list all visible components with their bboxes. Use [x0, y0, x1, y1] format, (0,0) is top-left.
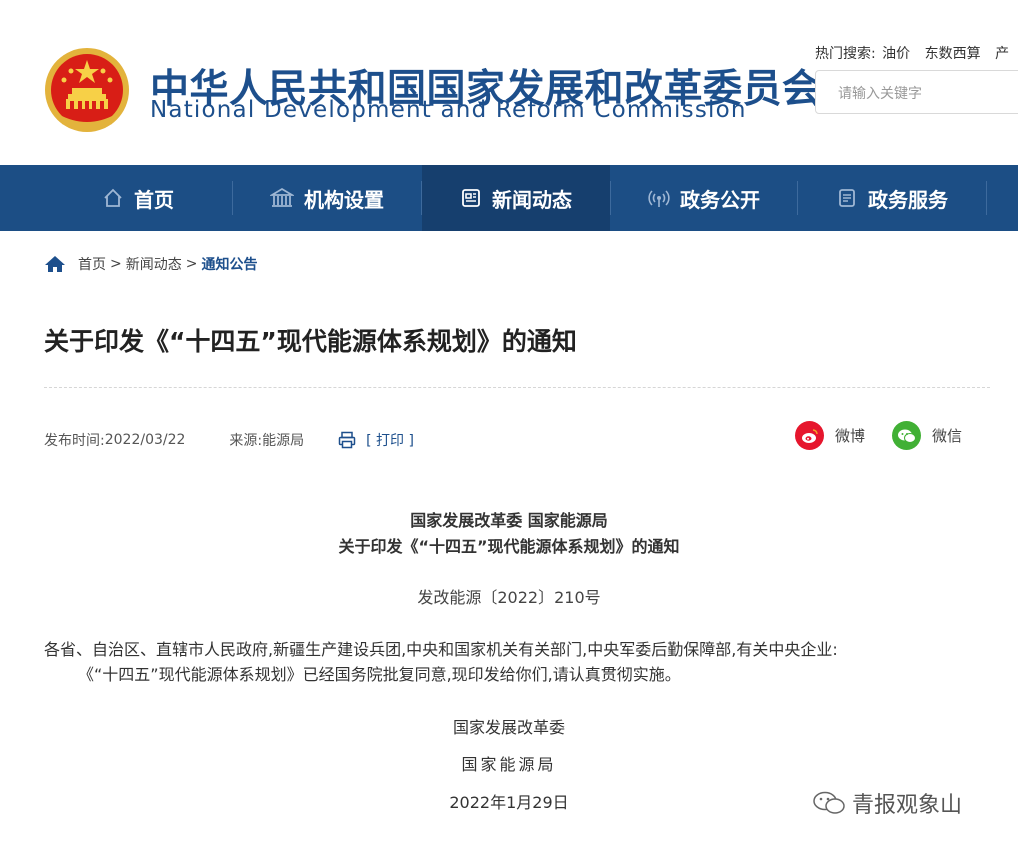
source-label: 来源:	[229, 433, 263, 449]
hot-search-link[interactable]: 东数西算	[925, 46, 981, 62]
watermark-text: 青报观象山	[852, 793, 963, 818]
hot-search-link[interactable]: 油价	[882, 46, 910, 62]
nav-label: 政务公开	[680, 187, 760, 212]
search-placeholder: 请输入关键字	[838, 86, 922, 102]
weibo-icon	[795, 421, 824, 450]
share-wechat-label: 微信	[932, 427, 963, 445]
nav-item-public-affairs[interactable]: 政务公开	[611, 165, 797, 231]
breadcrumb: 首页 > 新闻动态 > 通知公告	[44, 254, 257, 274]
nav-label: 政务服务	[868, 187, 948, 212]
print-label: [ 打印 ]	[366, 433, 414, 449]
nav-item-home[interactable]: 首页	[44, 165, 232, 231]
publish-label: 发布时间:	[44, 433, 105, 449]
breadcrumb-home[interactable]: 首页	[78, 254, 106, 274]
site-name-en[interactable]: National Development and Reform Commissi…	[150, 97, 747, 123]
nav-item-services[interactable]: 政务服务	[798, 165, 986, 231]
breadcrumb-current[interactable]: 通知公告	[201, 254, 257, 274]
nav-item-organization[interactable]: 机构设置	[233, 165, 421, 231]
nav-divider	[986, 181, 987, 215]
body-paragraph: 《“十四五”现代能源体系规划》已经国务院批复同意,现印发给你们,请认真贯彻实施。	[78, 665, 681, 684]
article-meta: 发布时间: 2022/03/22 来源: 能源局 [ 打印 ]	[44, 430, 414, 450]
printer-icon	[338, 431, 356, 449]
breadcrumb-separator: >	[185, 256, 198, 272]
recipients-text: 各省、自治区、直辖市人民政府,新疆生产建设兵团,中央和国家机关有关部门,中央军委…	[44, 640, 838, 659]
broadcast-icon	[648, 190, 670, 207]
signature-nea: 国家能源局	[461, 755, 557, 774]
nav-label: 机构设置	[304, 187, 384, 212]
share-weibo-button[interactable]: 微博	[795, 421, 865, 450]
signature-ndrc: 国家发展改革委	[452, 718, 565, 737]
wechat-outline-icon	[813, 791, 845, 814]
document-issuer: 国家发展改革委 国家能源局	[410, 511, 608, 530]
notice-title: 关于印发《“十四五”现代能源体系规划》的通知	[338, 537, 680, 556]
nav-label: 首页	[134, 187, 174, 212]
print-button[interactable]: [ 打印 ]	[338, 430, 414, 450]
share-weibo-label: 微博	[835, 427, 866, 445]
home-icon	[104, 188, 122, 207]
page-title: 关于印发《“十四五”现代能源体系规划》的通知	[44, 327, 577, 356]
nav-label: 新闻动态	[492, 187, 572, 212]
wechat-icon	[892, 421, 921, 450]
nav-item-news[interactable]: 新闻动态	[422, 165, 610, 231]
national-emblem-logo[interactable]	[44, 44, 130, 136]
share-wechat-button[interactable]: 微信	[892, 421, 962, 450]
breadcrumb-separator: >	[110, 256, 122, 272]
watermark: 青报观象山	[812, 787, 962, 819]
main-nav: 首页 机构设置 新闻动态 政务公开 政务服务	[0, 165, 1018, 231]
document-icon	[839, 189, 855, 207]
news-icon	[462, 189, 480, 207]
breadcrumb-news[interactable]: 新闻动态	[126, 254, 182, 274]
home-icon[interactable]	[44, 255, 66, 273]
title-divider	[44, 387, 990, 388]
source-value: 能源局	[262, 433, 305, 449]
search-input[interactable]: 请输入关键字	[815, 70, 1018, 114]
publish-date: 2022/03/22	[104, 432, 186, 448]
building-icon	[270, 187, 294, 207]
document-number: 发改能源〔2022〕210号	[417, 588, 601, 607]
hot-search: 热门搜索: 油价 东数西算 产	[815, 43, 1018, 63]
hot-search-link[interactable]: 产	[995, 46, 1009, 62]
hot-search-label: 热门搜索:	[815, 46, 876, 62]
